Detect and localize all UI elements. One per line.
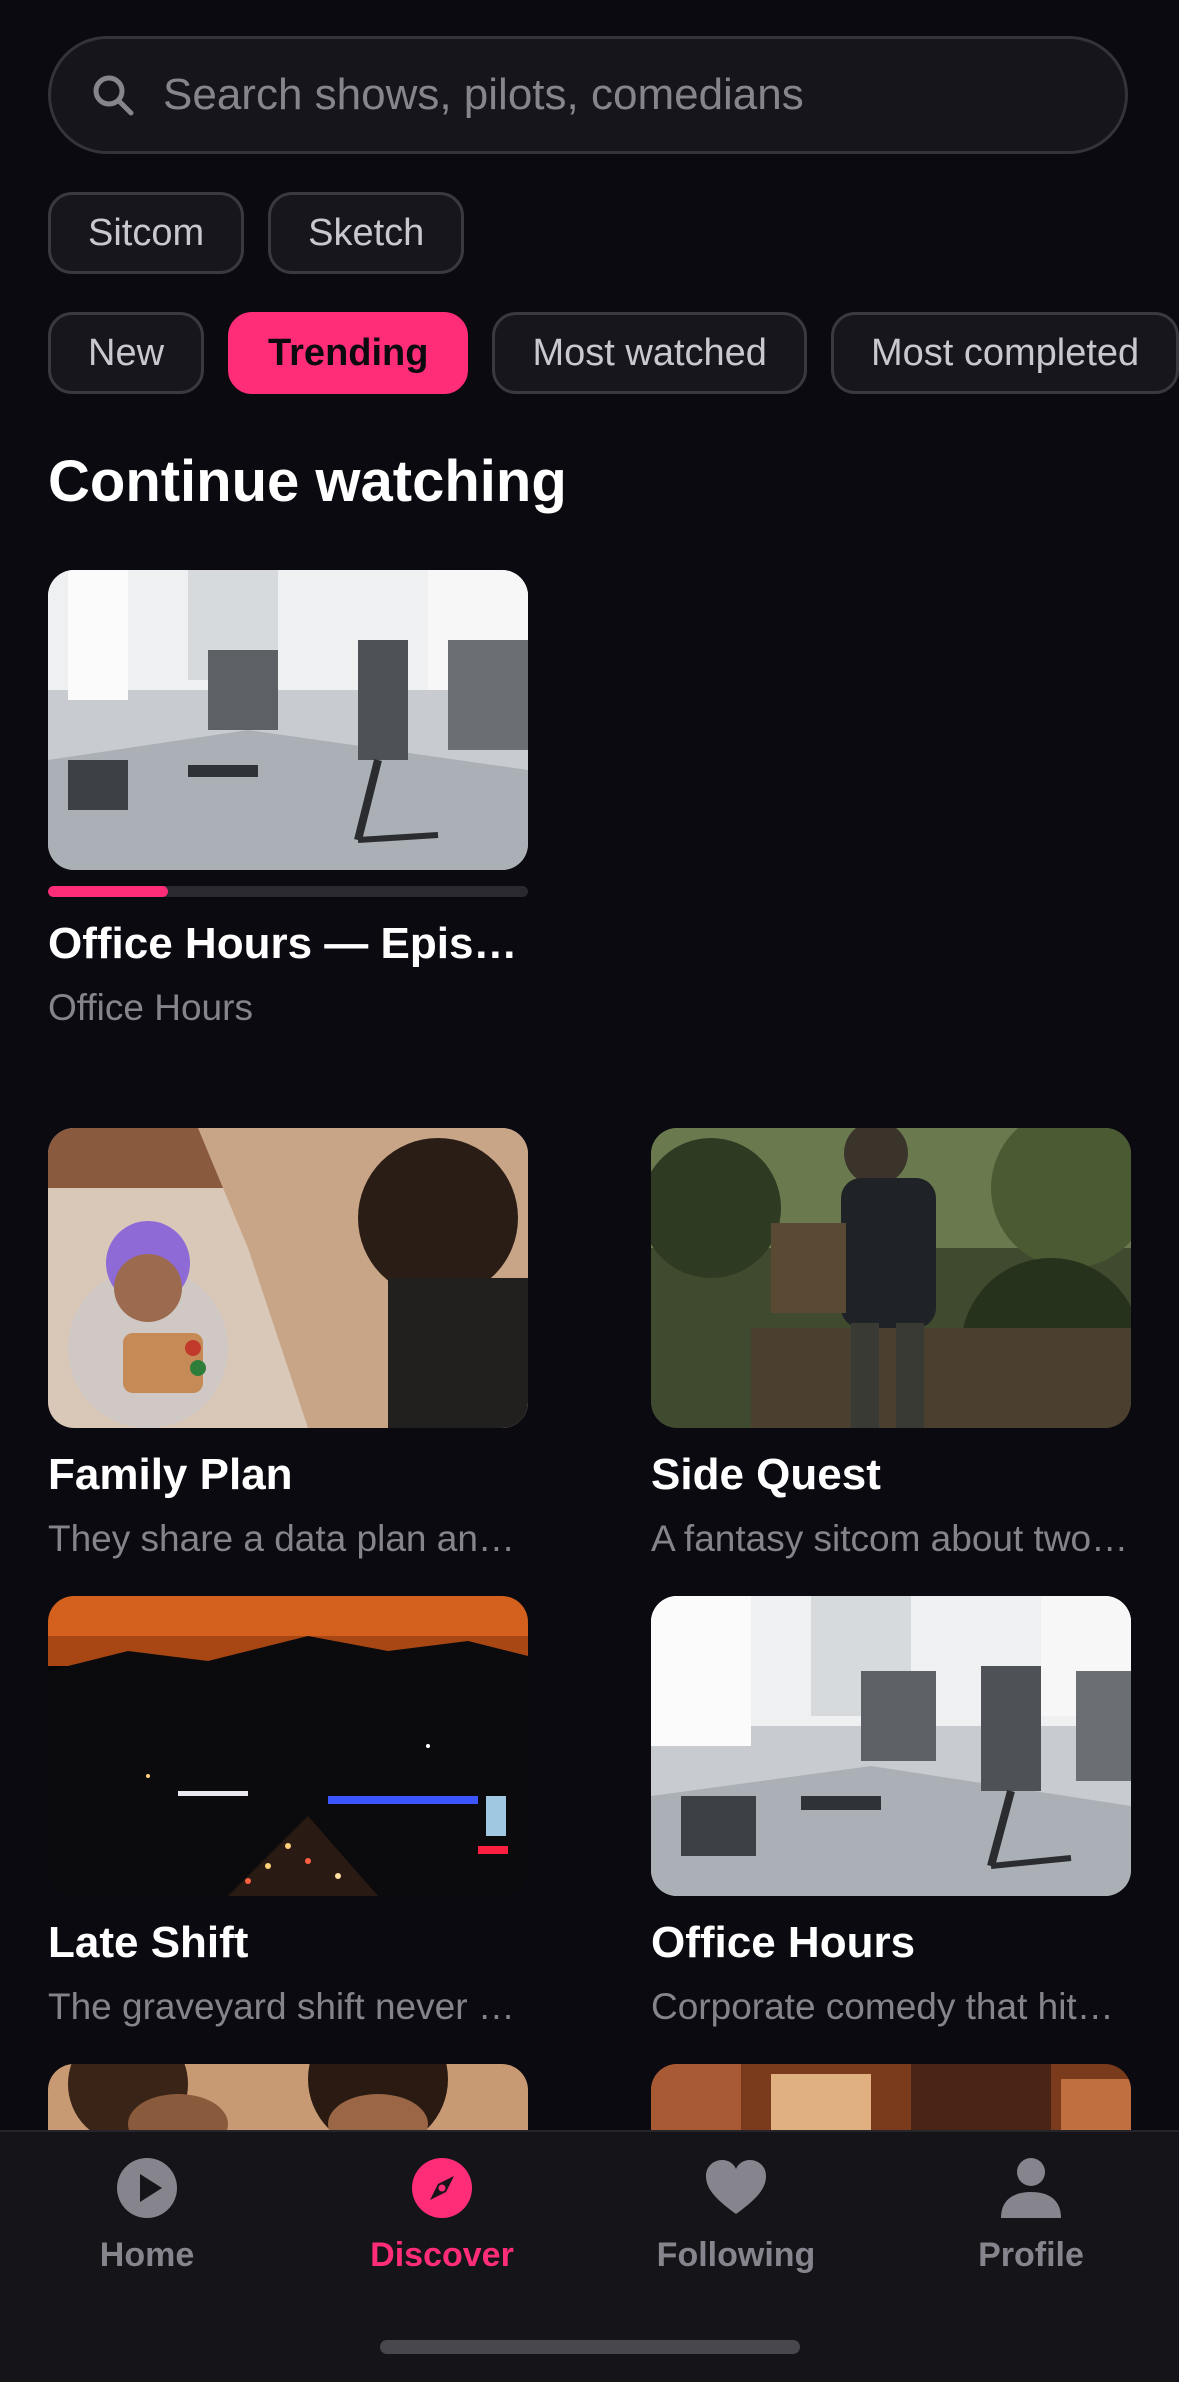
chip-trending[interactable]: Trending xyxy=(228,312,469,394)
chip-sketch[interactable]: Sketch xyxy=(268,192,465,274)
show-card-side-quest[interactable]: Side Quest A fantasy sitcom about two ad… xyxy=(651,1128,1131,1560)
show-description: A fantasy sitcom about two adventurers xyxy=(651,1518,1131,1559)
chip-most-completed[interactable]: Most completed xyxy=(830,312,1179,394)
play-icon xyxy=(117,2158,177,2218)
show-card-peek-right[interactable] xyxy=(651,2064,1131,2134)
continue-watching-heading: Continue watching xyxy=(48,449,567,514)
compass-icon xyxy=(412,2158,472,2218)
office-desks-image xyxy=(651,1596,1131,1896)
baby-playing-image xyxy=(48,1128,528,1428)
tab-label: Profile xyxy=(978,2236,1084,2274)
forest-hiker-image xyxy=(651,1128,1131,1428)
continue-watching-title: Office Hours — Episode 1 xyxy=(48,919,528,968)
show-card-family-plan[interactable]: Family Plan They share a data plan and a… xyxy=(48,1128,528,1560)
watch-progress-fill xyxy=(48,886,168,897)
tab-label: Following xyxy=(656,2236,816,2274)
show-card-office-hours[interactable]: Office Hours Corporate comedy that hits … xyxy=(651,1596,1131,2028)
search-input[interactable] xyxy=(161,69,1125,121)
tab-profile[interactable]: Profile xyxy=(884,2156,1178,2275)
heart-icon xyxy=(706,2160,766,2214)
continue-watching-subtitle: Office Hours xyxy=(48,987,253,1028)
show-description: They share a data plan and a lot more xyxy=(48,1518,528,1559)
sort-filter-row: New Trending Most watched Most completed xyxy=(48,312,1179,394)
tab-following[interactable]: Following xyxy=(589,2156,883,2275)
tab-discover[interactable]: Discover xyxy=(295,2156,589,2275)
chip-most-watched[interactable]: Most watched xyxy=(492,312,807,394)
chip-new[interactable]: New xyxy=(48,312,205,394)
show-description: The graveyard shift never sleeps xyxy=(48,1986,528,2027)
search-icon xyxy=(93,75,134,116)
show-title: Office Hours xyxy=(651,1918,916,1967)
city-night-image xyxy=(48,1596,528,1896)
show-title: Side Quest xyxy=(651,1450,881,1499)
show-title: Family Plan xyxy=(48,1450,293,1499)
genre-filter-row: Sitcom Sketch xyxy=(48,192,465,274)
office-desks-image xyxy=(48,570,528,870)
tab-label: Discover xyxy=(370,2236,514,2274)
tab-label: Home xyxy=(99,2236,195,2274)
chip-sitcom[interactable]: Sitcom xyxy=(48,192,245,274)
home-indicator[interactable] xyxy=(380,2340,800,2354)
search-bar[interactable] xyxy=(48,36,1128,154)
show-card-late-shift[interactable]: Late Shift The graveyard shift never sle… xyxy=(48,1596,528,2028)
tab-home[interactable]: Home xyxy=(0,2156,294,2275)
show-description: Corporate comedy that hits close to home xyxy=(651,1986,1131,2027)
watch-progress-bar xyxy=(48,886,528,897)
person-icon xyxy=(1001,2158,1061,2218)
show-card-peek-left[interactable] xyxy=(48,2064,528,2134)
show-title: Late Shift xyxy=(48,1918,249,1967)
continue-watching-card[interactable]: Office Hours — Episode 1 Office Hours xyxy=(48,570,528,1029)
